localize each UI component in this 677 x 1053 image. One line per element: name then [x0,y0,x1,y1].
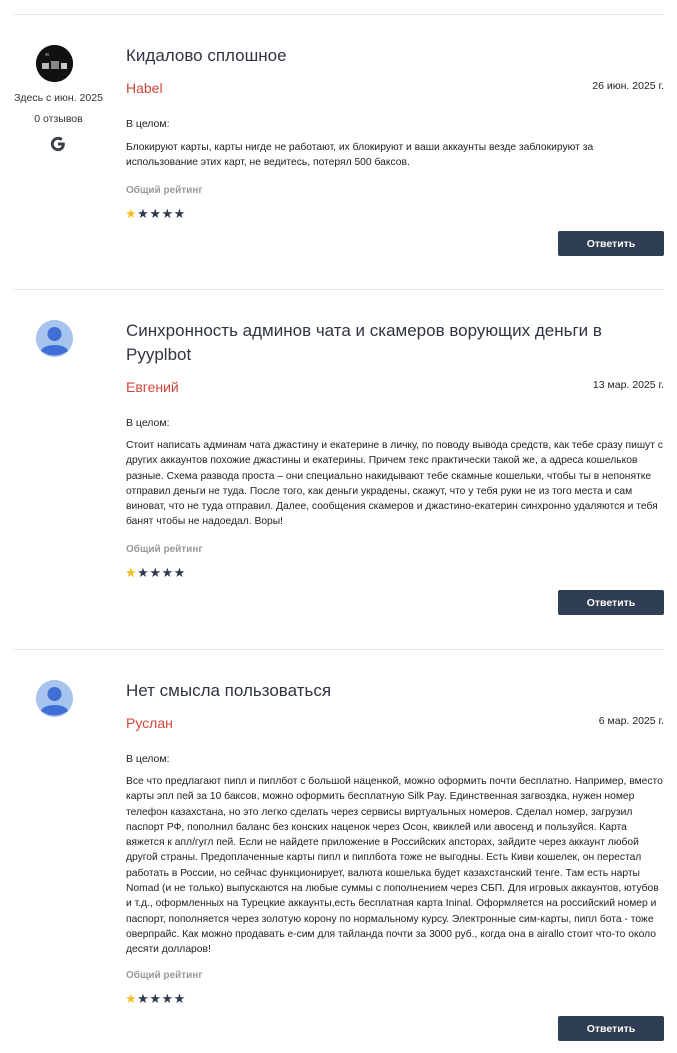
star-icon: ★ [173,565,186,580]
review-body: Все что предлагают пипл и пиплбот с боль… [126,776,663,956]
overall-label: В целом: [126,417,170,429]
star-icon: ★ [161,991,174,1006]
star-icon: ★ [137,206,150,221]
star-rating: ★★★★★ [125,992,186,1006]
google-icon [49,135,67,153]
review-date: 6 мар. 2025 г. [598,715,664,727]
star-icon: ★ [125,206,138,221]
review-body: Стоит написать админам чата джастину и е… [126,440,663,528]
reviewer-avatar[interactable] [36,45,73,82]
review-title[interactable]: Синхронность админов чата и скамеров вор… [126,319,626,367]
review-title[interactable]: Кидалово сплошное [126,44,626,68]
reply-button[interactable]: Ответить [558,590,664,615]
review-card-3: Нет смысла пользоваться Руслан 6 мар. 20… [0,680,677,1050]
review-card-2: Синхронность админов чата и скамеров вор… [0,320,677,620]
default-user-icon[interactable] [36,320,73,357]
rating-label: Общий рейтинг [126,185,203,196]
review-count[interactable]: 0 отзывов [0,113,117,125]
review-author[interactable]: Евгений [126,379,179,395]
rating-label: Общий рейтинг [126,544,203,555]
star-icon: ★ [161,565,174,580]
overall-label: В целом: [126,118,170,130]
review-title[interactable]: Нет смысла пользоваться [126,679,626,703]
reply-button[interactable]: Ответить [558,1016,664,1041]
star-rating: ★★★★★ [125,566,186,580]
review-body: Блокируют карты, карты нигде не работают… [126,142,594,169]
star-icon: ★ [125,565,138,580]
default-user-icon[interactable] [36,680,73,717]
review-author[interactable]: Руслан [126,715,173,731]
review-card-1: Здесь с июн. 2025 0 отзывов Кидалово спл… [0,45,677,275]
star-icon: ★ [125,991,138,1006]
review-author[interactable]: Habel [126,80,163,96]
star-icon: ★ [149,206,162,221]
star-rating: ★★★★★ [125,207,186,221]
star-icon: ★ [149,991,162,1006]
member-since: Здесь с июн. 2025 [14,92,103,104]
star-icon: ★ [149,565,162,580]
divider [14,289,664,290]
review-date: 13 мар. 2025 г. [592,379,664,391]
star-icon: ★ [137,991,150,1006]
divider-top [14,14,664,15]
overall-label: В целом: [126,753,170,765]
divider [14,649,664,650]
star-icon: ★ [173,991,186,1006]
review-date: 26 июн. 2025 г. [592,80,664,92]
reply-button[interactable]: Ответить [558,231,664,256]
star-icon: ★ [137,565,150,580]
rating-label: Общий рейтинг [126,970,203,981]
star-icon: ★ [173,206,186,221]
star-icon: ★ [161,206,174,221]
